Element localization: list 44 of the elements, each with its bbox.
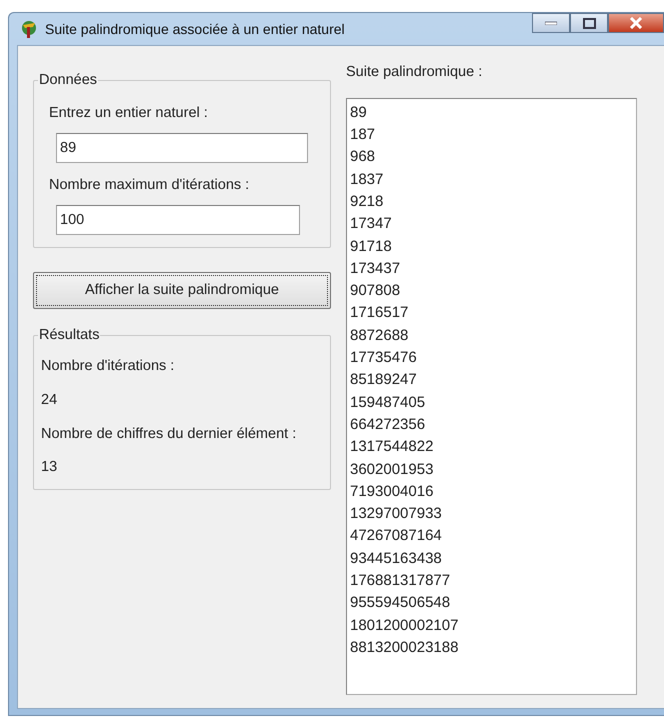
result-label: Nombre de chiffres du dernier élément : [41, 424, 298, 444]
list-item[interactable]: 47267087164 [350, 525, 633, 548]
list-item[interactable]: 9218 [350, 190, 633, 214]
close-icon [629, 17, 643, 29]
list-item[interactable]: 1801200002107 [350, 614, 633, 637]
field-label: Nombre maximum d'itérations : [49, 176, 250, 195]
maximize-button[interactable] [570, 13, 608, 33]
minimize-icon [545, 21, 557, 25]
list-item[interactable]: 1317544822 [350, 436, 633, 458]
list-item[interactable]: 1837 [350, 168, 633, 191]
minimize-button[interactable] [532, 13, 570, 33]
list-item[interactable]: 159487405 [350, 392, 633, 414]
sequence-label: Suite palindromique : [346, 63, 484, 82]
sequence-listbox[interactable] [346, 98, 637, 695]
number-field[interactable]: 89 [56, 132, 308, 163]
list-item[interactable]: 176881317877 [350, 570, 633, 592]
list-item[interactable]: 17347 [350, 213, 633, 236]
list-item[interactable]: 7193004016 [350, 480, 633, 504]
list-item[interactable]: 968 [350, 146, 633, 169]
maximize-icon [582, 18, 596, 28]
window-title: Suite palindromique associée à un entier naturel [45, 20, 345, 39]
show-sequence-button[interactable]: Afficher la suite palindromique [33, 272, 331, 309]
list-item[interactable]: 8872688 [350, 324, 633, 348]
list-item[interactable]: 664272356 [350, 414, 633, 436]
list-item[interactable]: 955594506548 [350, 592, 633, 615]
list-item[interactable]: 13297007933 [350, 503, 633, 526]
app-icon [19, 19, 39, 39]
result-value: 24 [41, 390, 58, 410]
list-item[interactable]: 85189247 [350, 369, 633, 392]
list-item[interactable]: 1716517 [350, 302, 633, 325]
list-item[interactable]: 89 [350, 102, 633, 124]
close-button[interactable] [608, 13, 664, 33]
result-value: 13 [41, 458, 58, 478]
list-item[interactable]: 17735476 [350, 347, 633, 370]
number-field[interactable]: 100 [56, 204, 300, 234]
list-item[interactable]: 91718 [350, 236, 633, 258]
list-item[interactable]: 907808 [350, 280, 633, 302]
list-item[interactable]: 8813200023188 [350, 636, 633, 660]
list-item[interactable]: 93445163438 [350, 548, 633, 570]
list-item[interactable]: 3602001953 [350, 458, 633, 481]
list-item[interactable]: 173437 [350, 258, 633, 280]
result-label: Nombre d'itérations : [41, 357, 176, 376]
field-label: Entrez un entier naturel : [49, 104, 209, 123]
list-item[interactable]: 187 [350, 124, 633, 146]
